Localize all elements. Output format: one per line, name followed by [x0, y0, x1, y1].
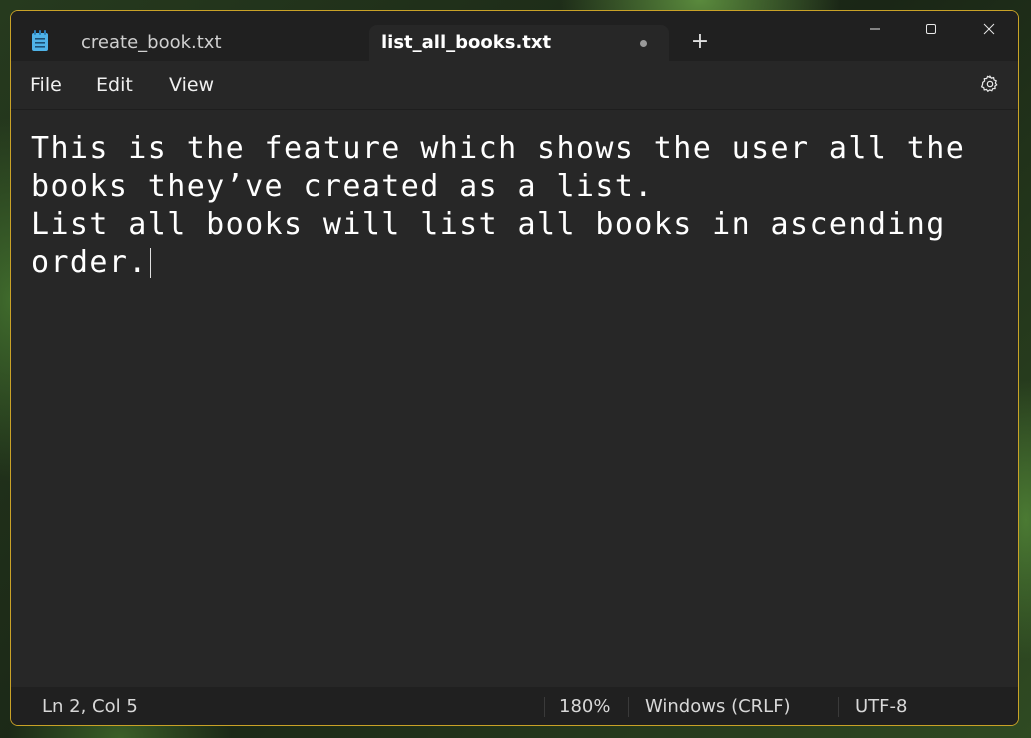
close-button[interactable] [966, 11, 1012, 47]
menu-file[interactable]: File [30, 72, 62, 98]
text-caret [149, 248, 151, 278]
unsaved-dot-icon[interactable] [640, 40, 647, 47]
status-divider [544, 697, 545, 717]
new-tab-button[interactable]: + [687, 29, 713, 55]
maximize-button[interactable] [908, 11, 954, 47]
minimize-button[interactable] [852, 11, 898, 47]
tab-label: list_all_books.txt [381, 32, 552, 53]
tab-create-book[interactable]: create_book.txt [63, 25, 363, 61]
menu-edit[interactable]: Edit [96, 72, 133, 98]
document-text[interactable]: This is the feature which shows the user… [31, 130, 991, 282]
title-bar: create_book.txt list_all_books.txt + [11, 11, 1018, 61]
gear-icon [980, 74, 998, 93]
encoding[interactable]: UTF-8 [855, 687, 907, 725]
text-line: List all books will list all books in as… [31, 207, 946, 242]
text-line: order. [31, 245, 148, 280]
close-icon [983, 23, 995, 35]
zoom-level[interactable]: 180% [559, 687, 610, 725]
status-bar: Ln 2, Col 5 180% Windows (CRLF) UTF-8 [11, 687, 1018, 725]
maximize-icon [926, 24, 936, 34]
status-divider [628, 697, 629, 717]
notepad-icon [31, 30, 49, 52]
cursor-position: Ln 2, Col 5 [42, 696, 138, 717]
notepad-window: create_book.txt list_all_books.txt + Fil… [10, 10, 1019, 726]
text-line: books they’ve created as a list. [31, 169, 654, 204]
tab-label: create_book.txt [81, 32, 222, 53]
text-editor[interactable]: This is the feature which shows the user… [11, 109, 1018, 687]
menu-bar: File Edit View [11, 61, 1018, 109]
tab-list-all-books[interactable]: list_all_books.txt [369, 25, 669, 61]
settings-button[interactable] [978, 72, 1002, 96]
text-line: This is the feature which shows the user… [31, 131, 966, 166]
line-ending[interactable]: Windows (CRLF) [645, 687, 791, 725]
minimize-icon [870, 28, 880, 30]
status-divider [838, 697, 839, 717]
menu-view[interactable]: View [169, 72, 214, 98]
